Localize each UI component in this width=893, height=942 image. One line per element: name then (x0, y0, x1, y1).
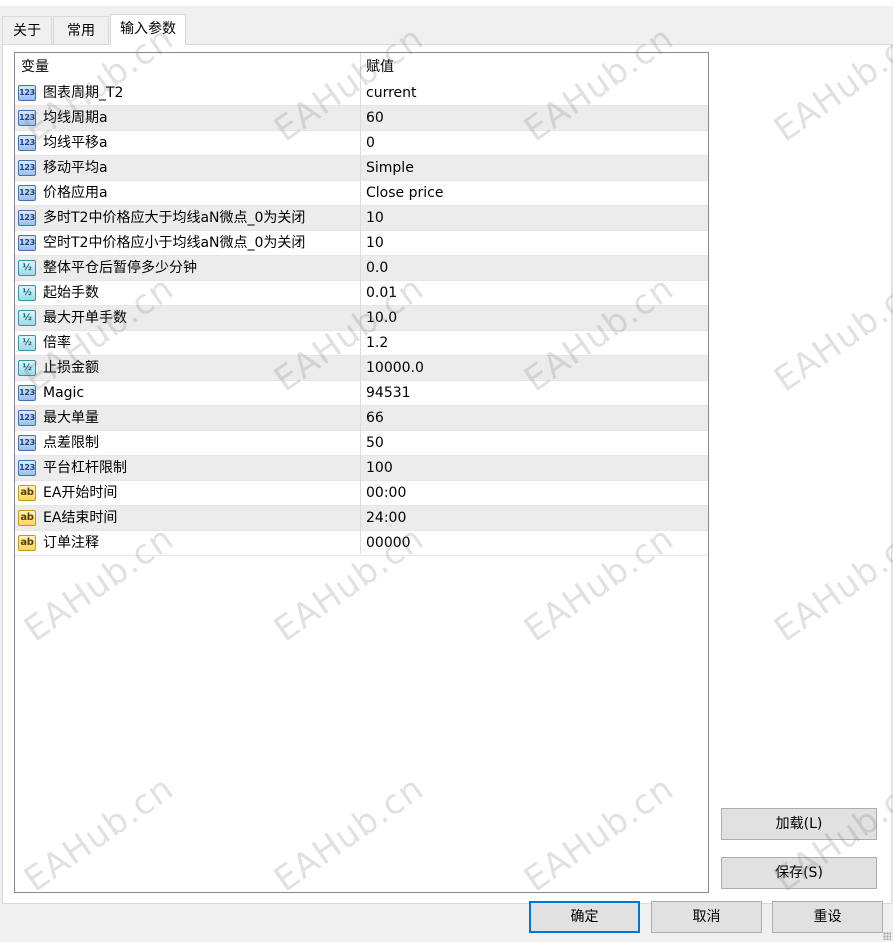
parameter-row[interactable]: 123 价格应用a Close price (15, 181, 708, 206)
parameter-name: 订单注释 (43, 535, 99, 551)
parameter-value[interactable]: current (366, 81, 417, 105)
parameter-value[interactable]: 0.0 (366, 256, 388, 280)
parameter-name: 多时T2中价格应大于均线aN微点_0为关闭 (43, 210, 306, 226)
parameter-row[interactable]: ½ 整体平仓后暂停多少分钟 0.0 (15, 256, 708, 281)
parameter-value[interactable]: 50 (366, 431, 384, 455)
parameter-value[interactable]: Close price (366, 181, 443, 205)
parameter-row[interactable]: ½ 止损金额 10000.0 (15, 356, 708, 381)
parameter-name: Magic (43, 385, 85, 401)
parameter-name: 空时T2中价格应小于均线aN微点_0为关闭 (43, 235, 306, 251)
parameter-row[interactable]: 123 Magic 94531 (15, 381, 708, 406)
column-header-variable[interactable]: 变量 (21, 53, 49, 81)
parameter-name: 最大单量 (43, 410, 99, 426)
parameter-value[interactable]: 00:00 (366, 481, 406, 505)
parameter-row[interactable]: ab 订单注释 00000 (15, 531, 708, 556)
integer-type-icon: 123 (18, 435, 36, 451)
parameter-value[interactable]: 24:00 (366, 506, 406, 530)
parameter-value[interactable]: 60 (366, 106, 384, 130)
parameter-name: 移动平均a (43, 160, 108, 176)
parameter-name: EA结束时间 (43, 510, 118, 526)
integer-type-icon: 123 (18, 160, 36, 176)
parameter-value[interactable]: Simple (366, 156, 414, 180)
integer-type-icon: 123 (18, 460, 36, 476)
parameter-value[interactable]: 10000.0 (366, 356, 424, 380)
parameter-value[interactable]: 10.0 (366, 306, 397, 330)
parameter-row[interactable]: 123 最大单量 66 (15, 406, 708, 431)
double-type-icon: ½ (18, 310, 36, 326)
integer-type-icon: 123 (18, 185, 36, 201)
resize-grip-icon[interactable] (883, 932, 891, 940)
integer-type-icon: 123 (18, 85, 36, 101)
tab-bar: 关于 常用 输入参数 (0, 6, 893, 45)
double-type-icon: ½ (18, 360, 36, 376)
parameter-value[interactable]: 1.2 (366, 331, 388, 355)
parameter-value[interactable]: 0.01 (366, 281, 397, 305)
parameter-name: 整体平仓后暂停多少分钟 (43, 260, 197, 276)
parameter-name: 均线平移a (43, 135, 108, 151)
cancel-button[interactable]: 取消 (651, 901, 762, 933)
parameter-row[interactable]: 123 均线平移a 0 (15, 131, 708, 156)
parameter-name: 均线周期a (43, 110, 108, 126)
parameter-row[interactable]: 123 平台杠杆限制 100 (15, 456, 708, 481)
tab-input-parameters[interactable]: 输入参数 (110, 14, 186, 45)
parameter-name: 点差限制 (43, 435, 99, 451)
parameter-name: 最大开单手数 (43, 310, 127, 326)
parameter-name: 平台杠杆限制 (43, 460, 127, 476)
parameter-name: 起始手数 (43, 285, 99, 301)
parameter-row[interactable]: ab EA开始时间 00:00 (15, 481, 708, 506)
parameter-rows: 123 图表周期_T2 current 123 均线周期a 60 123 均线平移a 0 123 移… (15, 81, 708, 556)
column-divider (360, 53, 361, 554)
input-parameters-grid[interactable]: 变量 赋值 123 图表周期_T2 current 123 均线周期a 60 123 均线平移… (14, 52, 709, 893)
string-type-icon: ab (18, 510, 36, 526)
ok-button[interactable]: 确定 (529, 901, 640, 933)
integer-type-icon: 123 (18, 110, 36, 126)
parameter-name: 倍率 (43, 335, 71, 351)
integer-type-icon: 123 (18, 235, 36, 251)
parameter-name: 图表周期_T2 (43, 85, 124, 101)
parameter-value[interactable]: 10 (366, 206, 384, 230)
parameter-row[interactable]: 123 多时T2中价格应大于均线aN微点_0为关闭 10 (15, 206, 708, 231)
double-type-icon: ½ (18, 335, 36, 351)
parameter-row[interactable]: ½ 倍率 1.2 (15, 331, 708, 356)
parameter-name: 止损金额 (43, 360, 99, 376)
parameter-name: EA开始时间 (43, 485, 118, 501)
integer-type-icon: 123 (18, 410, 36, 426)
parameter-value[interactable]: 66 (366, 406, 384, 430)
integer-type-icon: 123 (18, 210, 36, 226)
parameter-value[interactable]: 0 (366, 131, 375, 155)
parameter-name: 价格应用a (43, 185, 108, 201)
column-header-value[interactable]: 赋值 (366, 53, 394, 81)
tab-general[interactable]: 常用 (53, 16, 109, 44)
string-type-icon: ab (18, 485, 36, 501)
parameter-row[interactable]: 123 移动平均a Simple (15, 156, 708, 181)
parameter-value[interactable]: 100 (366, 456, 393, 480)
parameter-value[interactable]: 94531 (366, 381, 411, 405)
double-type-icon: ½ (18, 260, 36, 276)
parameter-value[interactable]: 10 (366, 231, 384, 255)
integer-type-icon: 123 (18, 385, 36, 401)
parameter-row[interactable]: 123 图表周期_T2 current (15, 81, 708, 106)
double-type-icon: ½ (18, 285, 36, 301)
parameter-row[interactable]: ½ 最大开单手数 10.0 (15, 306, 708, 331)
load-button[interactable]: 加载(L) (721, 808, 877, 840)
parameter-row[interactable]: 123 点差限制 50 (15, 431, 708, 456)
reset-button[interactable]: 重设 (772, 901, 883, 933)
parameter-row[interactable]: 123 均线周期a 60 (15, 106, 708, 131)
integer-type-icon: 123 (18, 135, 36, 151)
save-button[interactable]: 保存(S) (721, 857, 877, 889)
parameter-row[interactable]: ab EA结束时间 24:00 (15, 506, 708, 531)
parameter-row[interactable]: ½ 起始手数 0.01 (15, 281, 708, 306)
grid-header: 变量 赋值 (15, 53, 708, 81)
parameter-row[interactable]: 123 空时T2中价格应小于均线aN微点_0为关闭 10 (15, 231, 708, 256)
parameter-value[interactable]: 00000 (366, 531, 411, 555)
tab-about[interactable]: 关于 (2, 16, 52, 44)
string-type-icon: ab (18, 535, 36, 551)
